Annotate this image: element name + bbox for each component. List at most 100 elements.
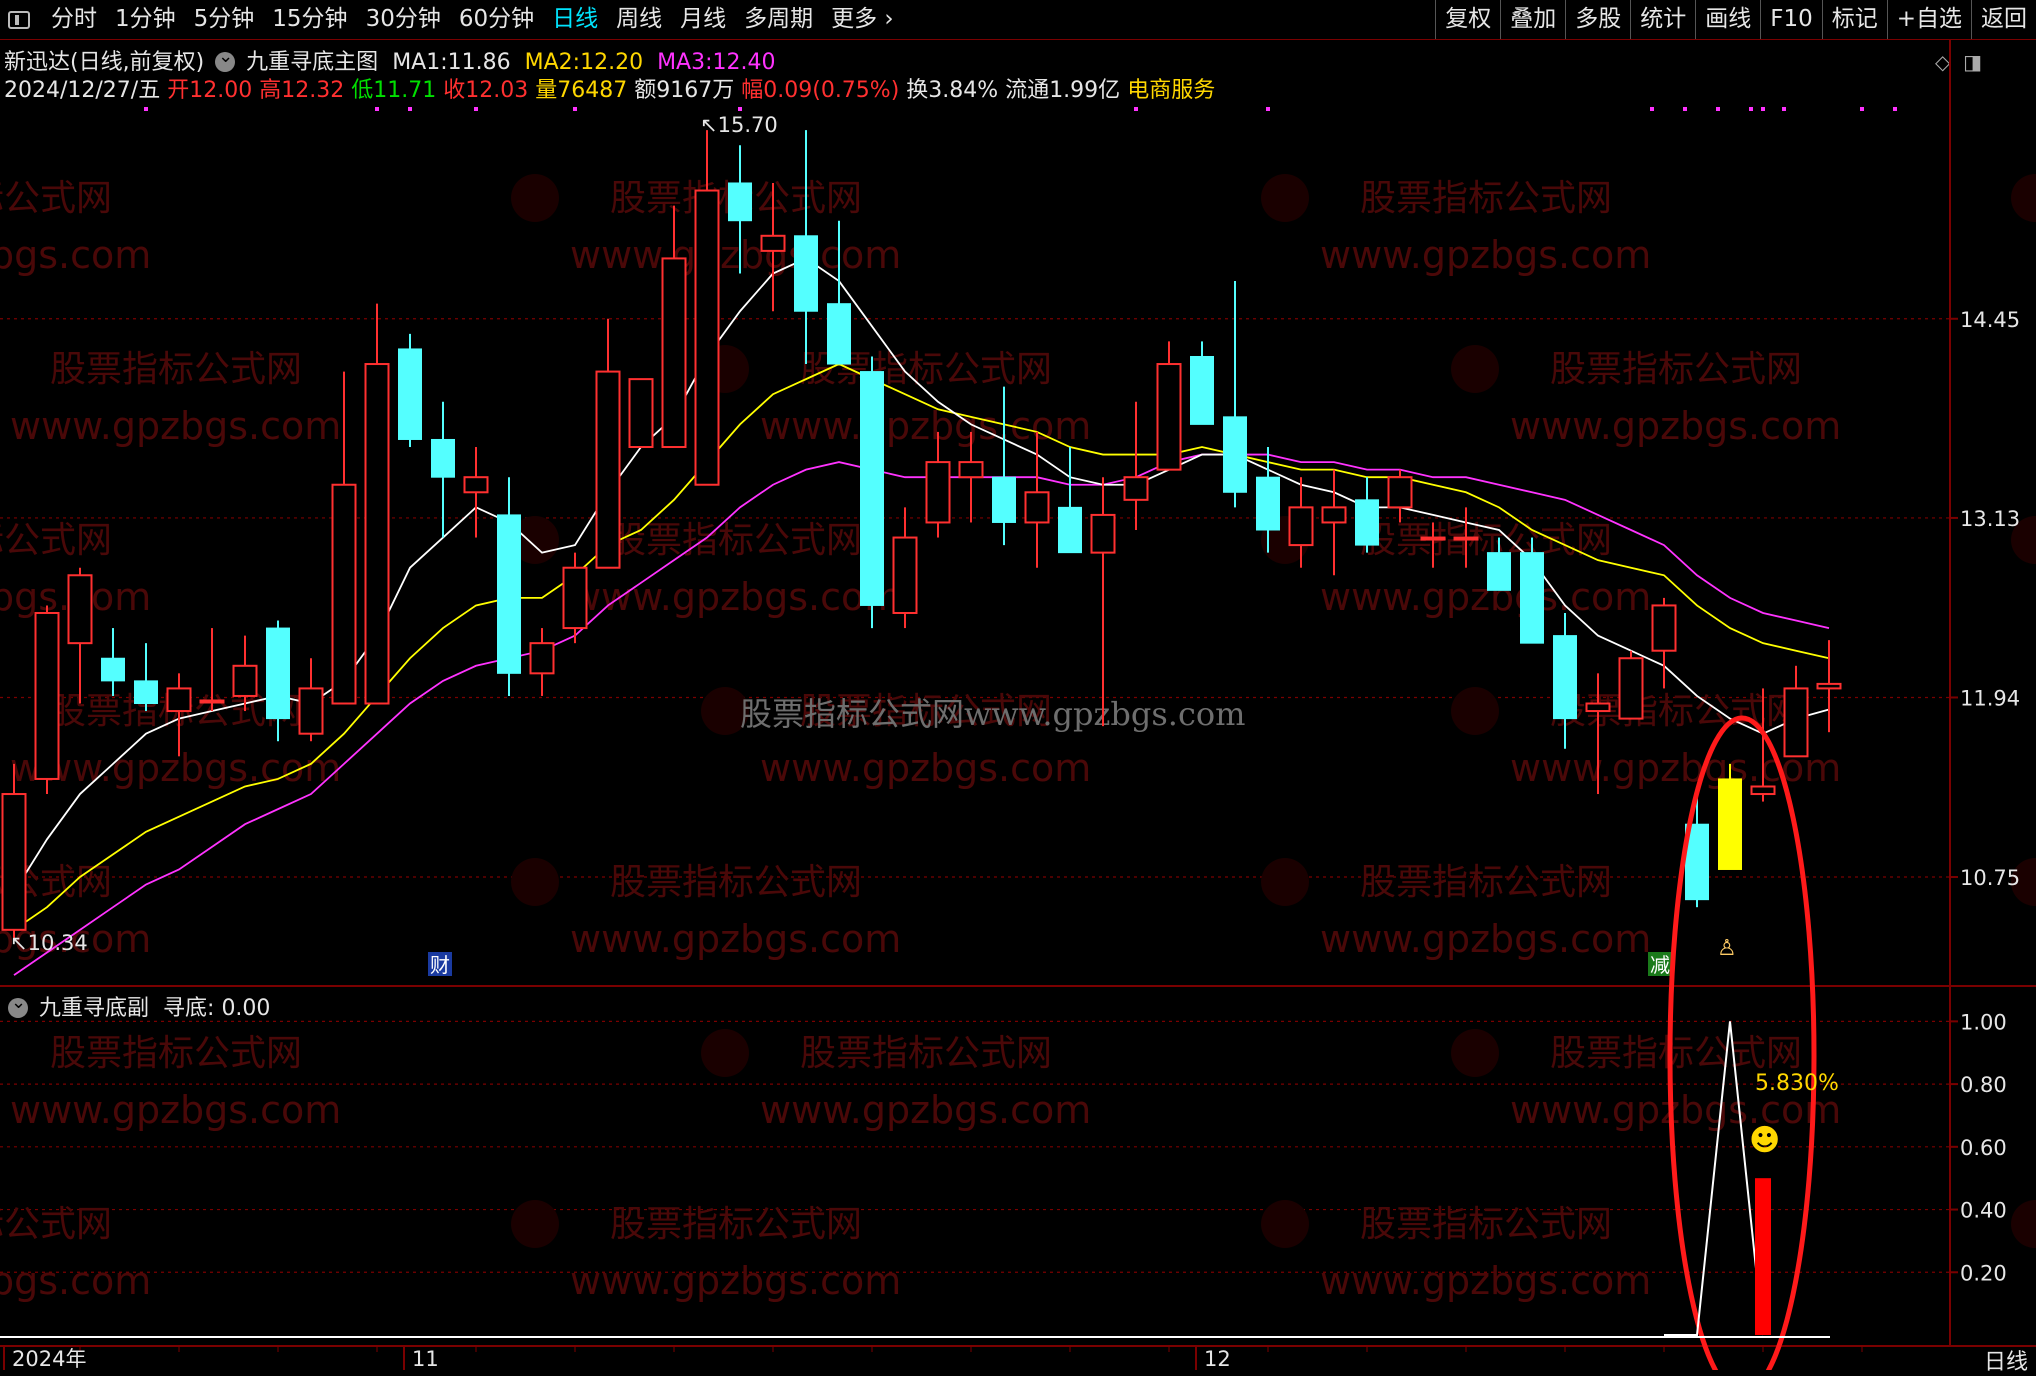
watermark-site: 股票指标公式网 — [1550, 349, 1802, 390]
price-axis-label: 14.45 — [1960, 308, 2020, 332]
low-price-marker: ↖10.34 — [10, 931, 88, 955]
watermark-url: www.gpzbgs.com — [570, 233, 901, 277]
signal-dot — [1266, 107, 1270, 111]
candle-body — [1618, 657, 1644, 720]
watermark-site: 股票指标公式网 — [610, 1204, 862, 1245]
candle-36 — [1190, 341, 1214, 425]
watermark-site: 股票指标公式网 — [610, 862, 862, 903]
candle-body — [398, 348, 422, 440]
watermark-site: 股票指标公式网 — [0, 520, 112, 561]
watermark-url: www.gpzbgs.com — [0, 233, 151, 277]
signal-dot — [1134, 107, 1138, 111]
candle-body — [1, 793, 27, 931]
high-price-marker: ↖15.70 — [700, 113, 778, 137]
watermark-star-icon — [511, 1200, 559, 1248]
candle-33 — [1090, 477, 1116, 727]
candle-18 — [595, 318, 621, 569]
candle-body — [1420, 536, 1446, 541]
signal-dot — [738, 107, 742, 111]
watermark-site: 股票指标公式网 — [1360, 178, 1612, 219]
candle-body — [67, 574, 93, 645]
signal-dot — [144, 107, 148, 111]
sub-annotation: 5.830% — [1755, 1071, 1839, 1096]
finance-event-label: 财 — [430, 953, 450, 977]
candle-body — [1288, 506, 1314, 547]
candle-16 — [529, 628, 555, 696]
candle-55 — [1816, 640, 1842, 733]
watermark-site: 股票指标公式网 — [50, 1033, 302, 1074]
watermark-url: www.gpzbgs.com — [1320, 1259, 1651, 1303]
time-axis-label: 11 — [412, 1347, 439, 1370]
reduce-event-label: 减 — [1650, 953, 1670, 977]
candle-body — [1156, 363, 1182, 471]
watermark-url: www.gpzbgs.com — [10, 1088, 341, 1132]
sub-axis-label: 0.20 — [1960, 1261, 2007, 1285]
candle-body — [1090, 513, 1116, 554]
candle-body — [463, 476, 489, 494]
candle-14 — [463, 447, 489, 538]
candle-11 — [364, 303, 390, 705]
candle-body — [827, 303, 851, 365]
candle-body — [1553, 635, 1577, 720]
candle-46 — [1520, 537, 1544, 644]
candle-3 — [101, 628, 125, 696]
candle-17 — [562, 552, 588, 644]
watermark-url: www.gpzbgs.com — [760, 1088, 1091, 1132]
watermark-center: 股票指标公式网www.gpzbgs.com — [740, 695, 1245, 733]
candle-body — [1058, 506, 1082, 554]
candle-body — [1256, 476, 1280, 531]
candle-50 — [1651, 597, 1677, 689]
watermark-site: 股票指标公式网 — [0, 1204, 112, 1245]
watermark-star-icon — [511, 174, 559, 222]
candle-body — [1223, 416, 1247, 493]
candle-1 — [34, 605, 60, 795]
watermark-url: www.gpzbgs.com — [0, 1259, 151, 1303]
watermark-url: www.gpzbgs.com — [1510, 404, 1841, 448]
watermark-star-icon — [1451, 1029, 1499, 1077]
candle-body — [1123, 476, 1149, 501]
sub-axis-label: 0.40 — [1960, 1199, 2007, 1223]
candle-body — [364, 363, 390, 705]
candle-body — [166, 687, 192, 713]
signal-dot — [573, 107, 577, 111]
bottom-signal-icon: ♙ — [1717, 936, 1737, 961]
candle-body — [1487, 552, 1511, 591]
candle-54 — [1783, 665, 1809, 758]
candle-body — [1190, 355, 1214, 425]
candle-24 — [794, 130, 818, 365]
signal-dot — [1893, 107, 1897, 111]
sub-axis-label: 0.60 — [1960, 1136, 2007, 1160]
signal-dot — [1749, 107, 1753, 111]
candle-31 — [1024, 431, 1050, 568]
candle-body — [760, 234, 786, 252]
signal-dot — [1650, 107, 1654, 111]
candle-body — [529, 642, 555, 675]
watermark-url: www.gpzbgs.com — [1320, 233, 1651, 277]
watermark-star-icon — [2011, 174, 2036, 222]
price-axis-label: 13.13 — [1960, 507, 2020, 531]
watermark-site: 股票指标公式网 — [800, 1033, 1052, 1074]
candle-body — [497, 514, 521, 674]
candle-body — [1750, 785, 1776, 796]
candle-19 — [628, 378, 654, 449]
candle-body — [1024, 491, 1050, 524]
watermark-star-icon — [511, 858, 559, 906]
candle-35 — [1156, 341, 1182, 471]
sub-axis-label: 0.80 — [1960, 1073, 2007, 1097]
watermark-url: www.gpzbgs.com — [570, 1259, 901, 1303]
kline-chart[interactable]: 股票指标公式网www.gpzbgs.com股票指标公式网www.gpzbgs.c… — [0, 0, 2036, 1370]
signal-dot — [474, 107, 478, 111]
signal-dot — [1860, 107, 1864, 111]
candle-body — [266, 627, 290, 720]
candle-34 — [1123, 401, 1149, 530]
watermark-url: www.gpzbgs.com — [760, 404, 1091, 448]
watermark-url: www.gpzbgs.com — [570, 917, 901, 961]
candle-2 — [67, 567, 93, 704]
candle-body — [794, 235, 818, 312]
watermark-url: www.gpzbgs.com — [10, 746, 341, 790]
candle-body — [628, 378, 654, 449]
watermark-star-icon — [1261, 1200, 1309, 1248]
signal-dot — [1683, 107, 1687, 111]
candle-40 — [1321, 469, 1347, 576]
candle-body — [595, 370, 621, 569]
